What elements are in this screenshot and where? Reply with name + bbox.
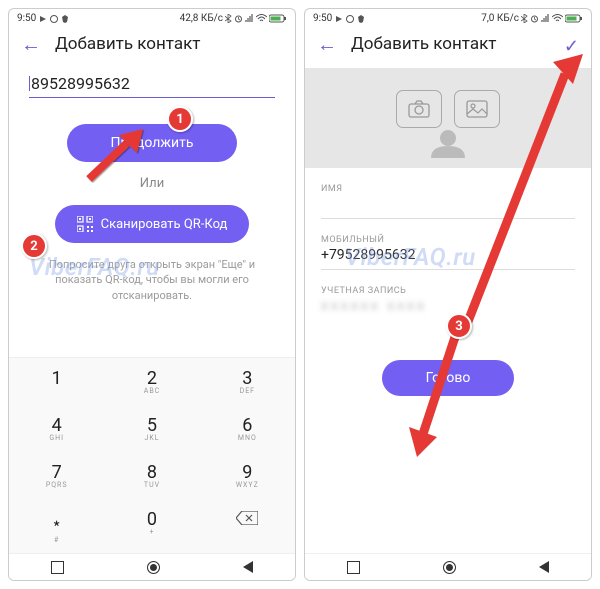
signal-icon — [541, 14, 550, 23]
key-7[interactable]: 7PQRS — [9, 452, 104, 499]
annotation-badge-3: 3 — [446, 313, 472, 339]
browser-icon — [346, 15, 354, 23]
key-3[interactable]: 3DEF — [200, 358, 295, 405]
page-title: Добавить контакт — [55, 34, 200, 54]
key-backspace[interactable] — [200, 499, 295, 554]
help-text: Попросите друга открыть экран "Еще" и по… — [37, 257, 267, 303]
account-label: УЧЕТНАЯ ЗАПИСЬ — [321, 286, 575, 296]
numeric-keypad: 1 2ABC 3DEF 4GHI 5JKL 6MNO 7PQRS 8TUV 9W… — [9, 357, 295, 554]
bluetooth-icon — [225, 14, 232, 23]
mobile-label: МОБИЛЬНЫЙ — [321, 235, 575, 245]
key-9[interactable]: 9WXYZ — [200, 452, 295, 499]
status-bar: 9:50 7,0 КБ/с — [305, 9, 591, 26]
battery-icon — [269, 14, 287, 23]
key-2[interactable]: 2ABC — [104, 358, 199, 405]
name-value — [321, 196, 575, 212]
name-field[interactable]: ИМЯ — [321, 184, 575, 219]
page-title: Добавить контакт — [351, 34, 496, 54]
play-store-icon — [39, 15, 47, 23]
continue-button[interactable]: Продолжить — [67, 124, 237, 162]
annotation-badge-2: 2 — [21, 233, 47, 259]
back-icon[interactable]: ← — [317, 34, 337, 54]
net-speed: 42,8 КБ/с — [180, 13, 223, 24]
key-6[interactable]: 6MNO — [200, 405, 295, 452]
qr-icon — [77, 216, 93, 232]
confirm-check-icon[interactable]: ✓ — [564, 36, 579, 57]
name-label: ИМЯ — [321, 184, 575, 194]
camera-button[interactable] — [396, 90, 442, 128]
done-button[interactable]: Готово — [382, 360, 514, 396]
qr-button-label: Сканировать QR-Код — [101, 217, 228, 232]
play-store-icon — [335, 15, 343, 23]
mobile-field[interactable]: МОБИЛЬНЫЙ +79528995632 — [321, 235, 575, 270]
shield-icon — [357, 15, 365, 23]
status-time: 9:50 — [17, 13, 36, 24]
android-navbar — [9, 553, 295, 580]
key-1[interactable]: 1 — [9, 358, 104, 405]
browser-icon — [50, 15, 58, 23]
account-value: xxxxxx xxxx — [321, 298, 575, 314]
key-5[interactable]: 5JKL — [104, 405, 199, 452]
net-speed: 7,0 КБ/с — [481, 13, 519, 24]
phone-input-value: 89528995632 — [31, 74, 275, 93]
wifi-icon — [256, 14, 267, 23]
signal-icon — [245, 14, 254, 23]
account-field: УЧЕТНАЯ ЗАПИСЬ xxxxxx xxxx — [321, 286, 575, 320]
status-bar: 9:50 42,8 КБ/с — [9, 9, 295, 26]
key-0[interactable]: 0+ — [104, 499, 199, 554]
battery-icon — [565, 14, 583, 23]
nav-home-icon[interactable] — [147, 561, 160, 574]
gallery-button[interactable] — [454, 90, 500, 128]
alarm-icon — [234, 14, 243, 23]
nav-back-icon[interactable] — [539, 561, 549, 573]
key-8[interactable]: 8TUV — [104, 452, 199, 499]
phone-input[interactable]: 89528995632 — [29, 74, 275, 98]
nav-recent-icon[interactable] — [51, 561, 64, 574]
annotation-badge-1: 1 — [167, 106, 193, 132]
key-star[interactable]: ﹡# — [9, 499, 104, 554]
phone-right: 9:50 7,0 КБ/с ← Добавить контакт ✓ — [304, 8, 592, 581]
key-4[interactable]: 4GHI — [9, 405, 104, 452]
back-icon[interactable]: ← — [21, 34, 41, 54]
header: ← Добавить контакт — [9, 26, 295, 68]
mobile-value: +79528995632 — [321, 247, 575, 263]
alarm-icon — [530, 14, 539, 23]
gallery-icon — [466, 100, 488, 118]
nav-recent-icon[interactable] — [347, 561, 360, 574]
avatar-placeholder-icon — [423, 130, 473, 158]
android-navbar — [305, 553, 591, 580]
phone-left: 9:50 42,8 КБ/с ← Добавить контакт 895289… — [8, 8, 296, 581]
status-time: 9:50 — [313, 13, 332, 24]
or-divider: Или — [9, 176, 295, 191]
shield-icon — [61, 15, 69, 23]
scan-qr-button[interactable]: Сканировать QR-Код — [55, 205, 250, 243]
contact-photo-area — [305, 68, 591, 168]
wifi-icon — [552, 14, 563, 23]
nav-home-icon[interactable] — [443, 561, 456, 574]
bluetooth-icon — [521, 14, 528, 23]
nav-back-icon[interactable] — [243, 561, 253, 573]
header: ← Добавить контакт ✓ — [305, 26, 591, 68]
camera-icon — [408, 100, 430, 118]
